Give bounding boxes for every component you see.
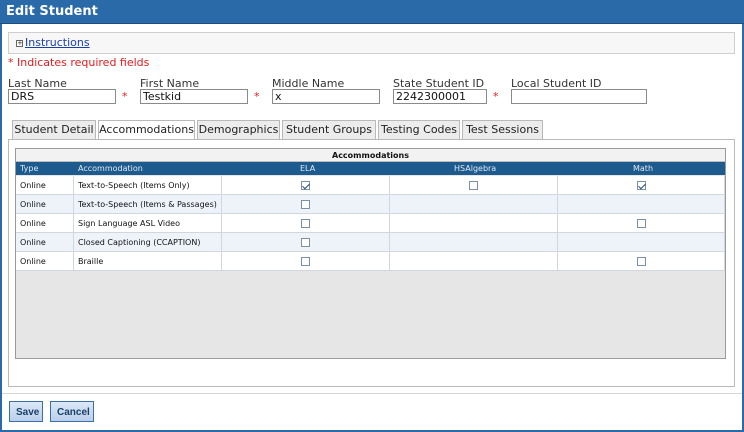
type-cell: Online — [16, 176, 74, 195]
grid-header-row: Type Accommodation ELA HSAlgebra Math — [16, 162, 725, 175]
state-student-id-input[interactable] — [393, 89, 487, 104]
hsalgebra-cell — [390, 176, 558, 195]
math-cell — [558, 176, 725, 195]
middle-name-input[interactable] — [272, 89, 380, 104]
tab-testing-codes[interactable]: Testing Codes — [378, 120, 460, 139]
required-fields-note: * Indicates required fields — [8, 56, 150, 69]
math-cell — [558, 214, 725, 233]
ela-cell — [222, 176, 390, 195]
tab-test-sessions[interactable]: Test Sessions — [462, 120, 543, 139]
math-checkbox[interactable] — [637, 181, 646, 190]
ela-cell — [222, 195, 390, 214]
instructions-panel: + Instructions — [8, 32, 735, 54]
accommodation-cell: Text-to-Speech (Items & Passages) — [74, 195, 222, 214]
table-row: Online Closed Captioning (CCAPTION) — [16, 233, 725, 252]
required-marker: * — [254, 90, 260, 103]
type-cell: Online — [16, 214, 74, 233]
math-cell — [558, 252, 725, 271]
ela-checkbox[interactable] — [301, 200, 310, 209]
column-header-ela[interactable]: ELA — [300, 162, 315, 175]
footer-divider — [2, 393, 742, 394]
ela-cell — [222, 252, 390, 271]
ela-checkbox[interactable] — [301, 238, 310, 247]
ela-checkbox[interactable] — [301, 257, 310, 266]
save-button[interactable]: Save — [9, 401, 43, 422]
type-cell: Online — [16, 252, 74, 271]
math-cell — [558, 233, 725, 252]
tab-accommodations[interactable]: Accommodations — [98, 120, 195, 140]
hsalgebra-cell — [390, 233, 558, 252]
instructions-link[interactable]: Instructions — [25, 36, 90, 49]
column-header-accommodation[interactable]: Accommodation — [78, 162, 143, 175]
table-row: Online Text-to-Speech (Items & Passages) — [16, 195, 725, 214]
first-name-input[interactable] — [140, 89, 248, 104]
hsalgebra-cell — [390, 252, 558, 271]
ela-cell — [222, 233, 390, 252]
type-cell: Online — [16, 195, 74, 214]
ela-checkbox[interactable] — [301, 219, 310, 228]
ela-checkbox[interactable] — [301, 181, 310, 190]
grid-title: Accommodations — [16, 149, 725, 162]
ela-cell — [222, 214, 390, 233]
column-header-math[interactable]: Math — [633, 162, 653, 175]
accommodation-cell: Sign Language ASL Video — [74, 214, 222, 233]
column-header-hsalgebra[interactable]: HSAlgebra — [454, 162, 496, 175]
accommodation-cell: Braille — [74, 252, 222, 271]
required-marker: * — [493, 90, 499, 103]
cancel-button[interactable]: Cancel — [50, 401, 94, 422]
math-checkbox[interactable] — [637, 219, 646, 228]
local-student-id-input[interactable] — [511, 89, 647, 104]
table-row: Online Braille — [16, 252, 725, 271]
accommodations-grid: Accommodations Type Accommodation ELA HS… — [15, 148, 726, 359]
table-row: Online Text-to-Speech (Items Only) — [16, 176, 725, 195]
hsalgebra-cell — [390, 214, 558, 233]
required-marker: * — [122, 90, 128, 103]
tab-student-detail[interactable]: Student Detail — [12, 120, 96, 139]
accommodation-cell: Text-to-Speech (Items Only) — [74, 176, 222, 195]
hsalgebra-cell — [390, 195, 558, 214]
window-title: Edit Student — [0, 0, 744, 24]
expand-plus-icon[interactable]: + — [16, 40, 23, 47]
type-cell: Online — [16, 233, 74, 252]
accommodation-cell: Closed Captioning (CCAPTION) — [74, 233, 222, 252]
last-name-input[interactable] — [8, 89, 116, 104]
hsalgebra-checkbox[interactable] — [469, 181, 478, 190]
math-checkbox[interactable] — [637, 257, 646, 266]
tab-demographics[interactable]: Demographics — [197, 120, 280, 139]
table-row: Online Sign Language ASL Video — [16, 214, 725, 233]
tab-student-groups[interactable]: Student Groups — [282, 120, 376, 139]
math-cell — [558, 195, 725, 214]
column-header-type[interactable]: Type — [20, 162, 38, 175]
